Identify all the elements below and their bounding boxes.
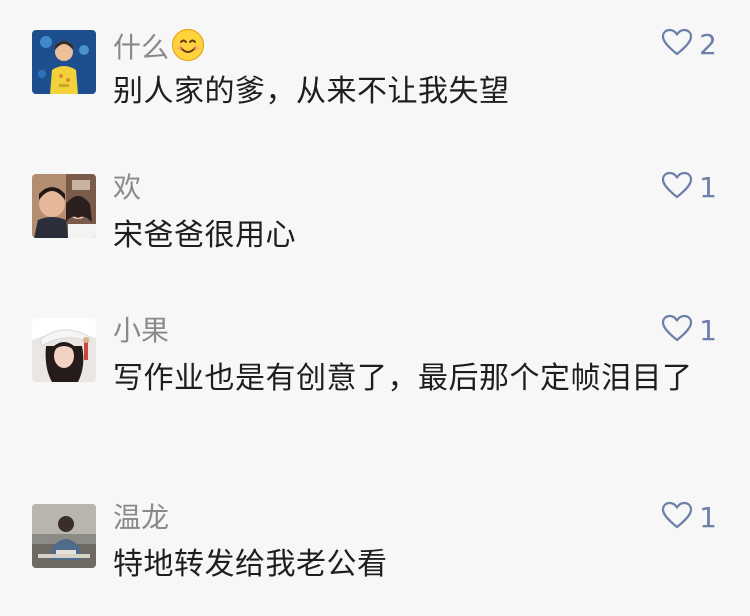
heart-icon: [661, 28, 693, 63]
like-count: 1: [699, 501, 717, 534]
nickname[interactable]: 什么: [113, 28, 205, 70]
nickname[interactable]: 欢: [113, 171, 141, 205]
like-count: 2: [699, 28, 717, 61]
comment-text: 别人家的爹，从来不让我失望: [113, 74, 510, 109]
heart-icon: [661, 171, 693, 206]
heart-icon: [661, 501, 693, 536]
comment-text: 特地转发给我老公看: [113, 547, 388, 582]
avatar[interactable]: [32, 318, 96, 382]
like-count: 1: [699, 314, 717, 347]
avatar[interactable]: [32, 30, 96, 94]
nickname[interactable]: 小果: [113, 314, 169, 348]
like-count: 1: [699, 171, 717, 204]
avatar-image: [32, 30, 96, 94]
avatar-image: [32, 174, 96, 238]
avatar[interactable]: [32, 504, 96, 568]
avatar-image: [32, 504, 96, 568]
like-button[interactable]: 1: [661, 171, 717, 205]
like-button[interactable]: 2: [661, 28, 717, 62]
nickname[interactable]: 温龙: [113, 501, 169, 535]
avatar-image: [32, 318, 96, 382]
like-button[interactable]: 1: [661, 501, 717, 535]
comment-text: 写作业也是有创意了，最后那个定帧泪目了: [113, 361, 693, 396]
like-button[interactable]: 1: [661, 314, 717, 348]
avatar[interactable]: [32, 174, 96, 238]
comment-list: 什么 别人家的爹，从来不让我失望 2 欢 宋爸爸很用心 1 小果 写作业也是有创…: [0, 0, 750, 616]
smiling-face-emoji-icon: [171, 28, 205, 70]
comment-text: 宋爸爸很用心: [113, 218, 296, 253]
heart-icon: [661, 314, 693, 349]
nickname-text: 什么: [113, 31, 170, 64]
